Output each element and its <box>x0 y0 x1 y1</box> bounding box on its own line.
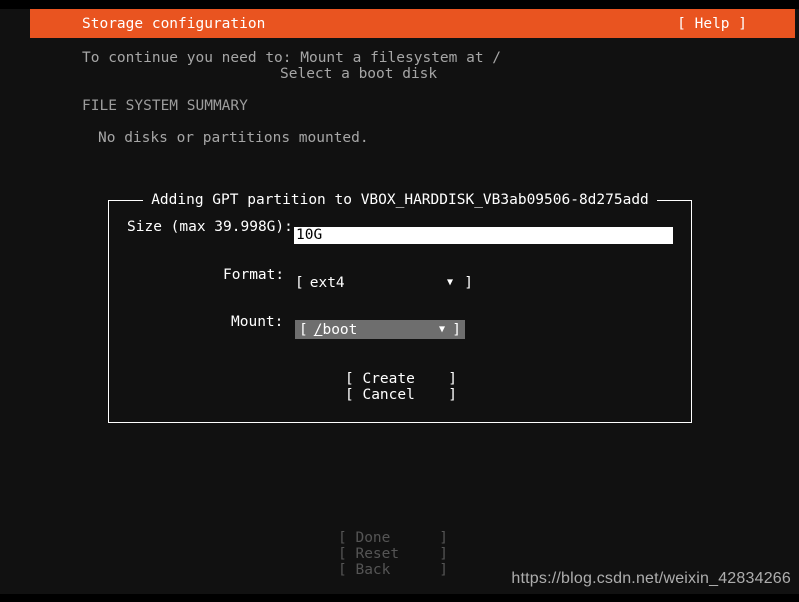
format-bracket-right: ] <box>464 275 473 291</box>
file-system-summary-text: No disks or partitions mounted. <box>98 130 369 146</box>
back-button[interactable]: [ Back ] <box>338 562 448 578</box>
format-bracket-left: [ <box>295 275 304 291</box>
continue-requirement-line-1: To continue you need to: Mount a filesys… <box>82 50 502 66</box>
chevron-down-icon: ▼ <box>446 277 453 288</box>
done-button-label: [ Done <box>338 530 391 546</box>
mount-value-rest: boot <box>322 321 358 338</box>
reset-button-label: [ Reset <box>338 546 400 562</box>
format-dropdown[interactable]: [ ext4 ▼ ] <box>295 274 473 292</box>
create-button-bracket-right: ] <box>448 371 457 387</box>
header-bar: Storage configuration [ Help ] <box>30 9 795 38</box>
mount-value: /boot <box>314 322 358 338</box>
help-button[interactable]: [ Help ] <box>677 16 747 32</box>
page-title: Storage configuration <box>82 15 266 32</box>
cancel-button-label: [ Cancel <box>345 387 415 403</box>
reset-button[interactable]: [ Reset ] <box>338 546 448 562</box>
terminal-screen: Storage configuration [ Help ] To contin… <box>0 0 799 602</box>
cancel-button[interactable]: [ Cancel ] <box>345 387 457 403</box>
back-button-bracket-right: ] <box>439 562 448 578</box>
add-partition-dialog: Size (max 39.998G): Format: [ ext4 ▼ ] M… <box>108 200 692 423</box>
done-button[interactable]: [ Done ] <box>338 530 448 546</box>
create-button[interactable]: [ Create ] <box>345 371 457 387</box>
screen-top-letterbox <box>0 0 799 9</box>
back-button-label: [ Back <box>338 562 391 578</box>
format-label: Format: <box>223 267 285 283</box>
mount-bracket-right: ] <box>452 321 461 338</box>
create-button-label: [ Create <box>345 371 415 387</box>
cancel-button-bracket-right: ] <box>448 387 457 403</box>
size-input[interactable] <box>294 227 673 244</box>
file-system-summary-heading: FILE SYSTEM SUMMARY <box>82 98 248 114</box>
chevron-down-icon: ▼ <box>438 324 445 335</box>
mount-label: Mount: <box>231 314 284 330</box>
reset-button-bracket-right: ] <box>439 546 448 562</box>
continue-requirement-line-2: Select a boot disk <box>280 66 438 82</box>
watermark-url: https://blog.csdn.net/weixin_42834266 <box>511 570 791 587</box>
done-button-bracket-right: ] <box>439 530 448 546</box>
size-label: Size (max 39.998G): <box>127 219 293 235</box>
screen-bottom-letterbox <box>0 594 799 602</box>
mount-dropdown[interactable]: [ /boot ▼ ] <box>295 320 465 339</box>
format-value: ext4 <box>309 275 345 291</box>
mount-bracket-left: [ <box>299 321 308 338</box>
